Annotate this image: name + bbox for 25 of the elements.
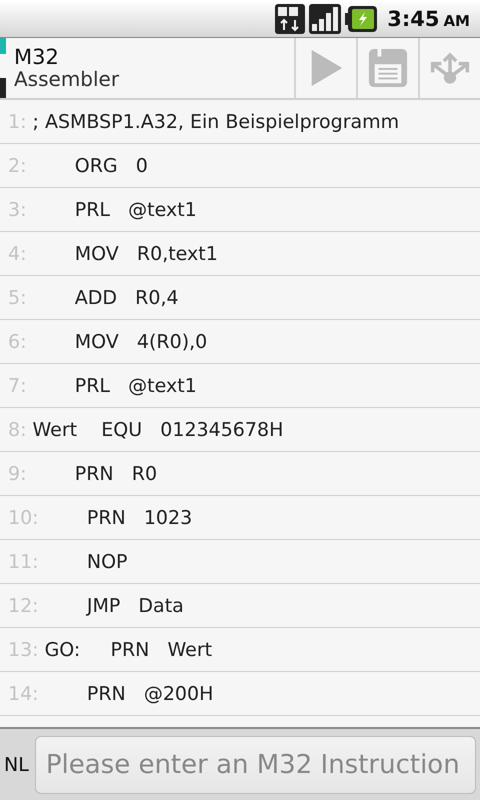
signal-icon	[309, 4, 342, 34]
app-title: M32	[14, 46, 60, 68]
accent-mark	[0, 78, 6, 98]
app-subtitle: Assembler	[14, 68, 120, 90]
input-label: NL	[4, 754, 29, 776]
code-line[interactable]: JMP Data	[44, 594, 184, 616]
code-line[interactable]: ADD R0,4	[32, 286, 179, 308]
code-line[interactable]: PRN @200H	[44, 682, 214, 704]
code-line[interactable]: PRL @text1	[32, 198, 197, 220]
instruction-field[interactable]: Please enter an M32 Instruction	[34, 736, 476, 794]
save-icon	[368, 48, 408, 88]
code-line[interactable]: ; ASMBSP1.A32, Ein Beispielprogramm	[32, 110, 400, 132]
clock-time: 3:45	[387, 6, 440, 30]
code-line[interactable]: ORG 0	[32, 154, 148, 176]
code-line[interactable]: PRL @text1	[32, 374, 197, 396]
code-line[interactable]: Wert EQU 012345678H	[32, 418, 284, 440]
code-line[interactable]: GO: PRN Wert	[44, 638, 212, 660]
code-line[interactable]: MOV 4(R0),0	[32, 330, 208, 352]
battery-charging-icon	[345, 6, 378, 32]
code-line[interactable]: MOV R0,text1	[32, 242, 218, 264]
code-line[interactable]: PRN 1023	[44, 506, 192, 528]
code-line[interactable]: PRN R0	[32, 462, 158, 484]
accent-mark	[0, 38, 6, 54]
clock-ampm: AM	[443, 12, 470, 30]
code-line[interactable]: NOP	[44, 550, 128, 572]
